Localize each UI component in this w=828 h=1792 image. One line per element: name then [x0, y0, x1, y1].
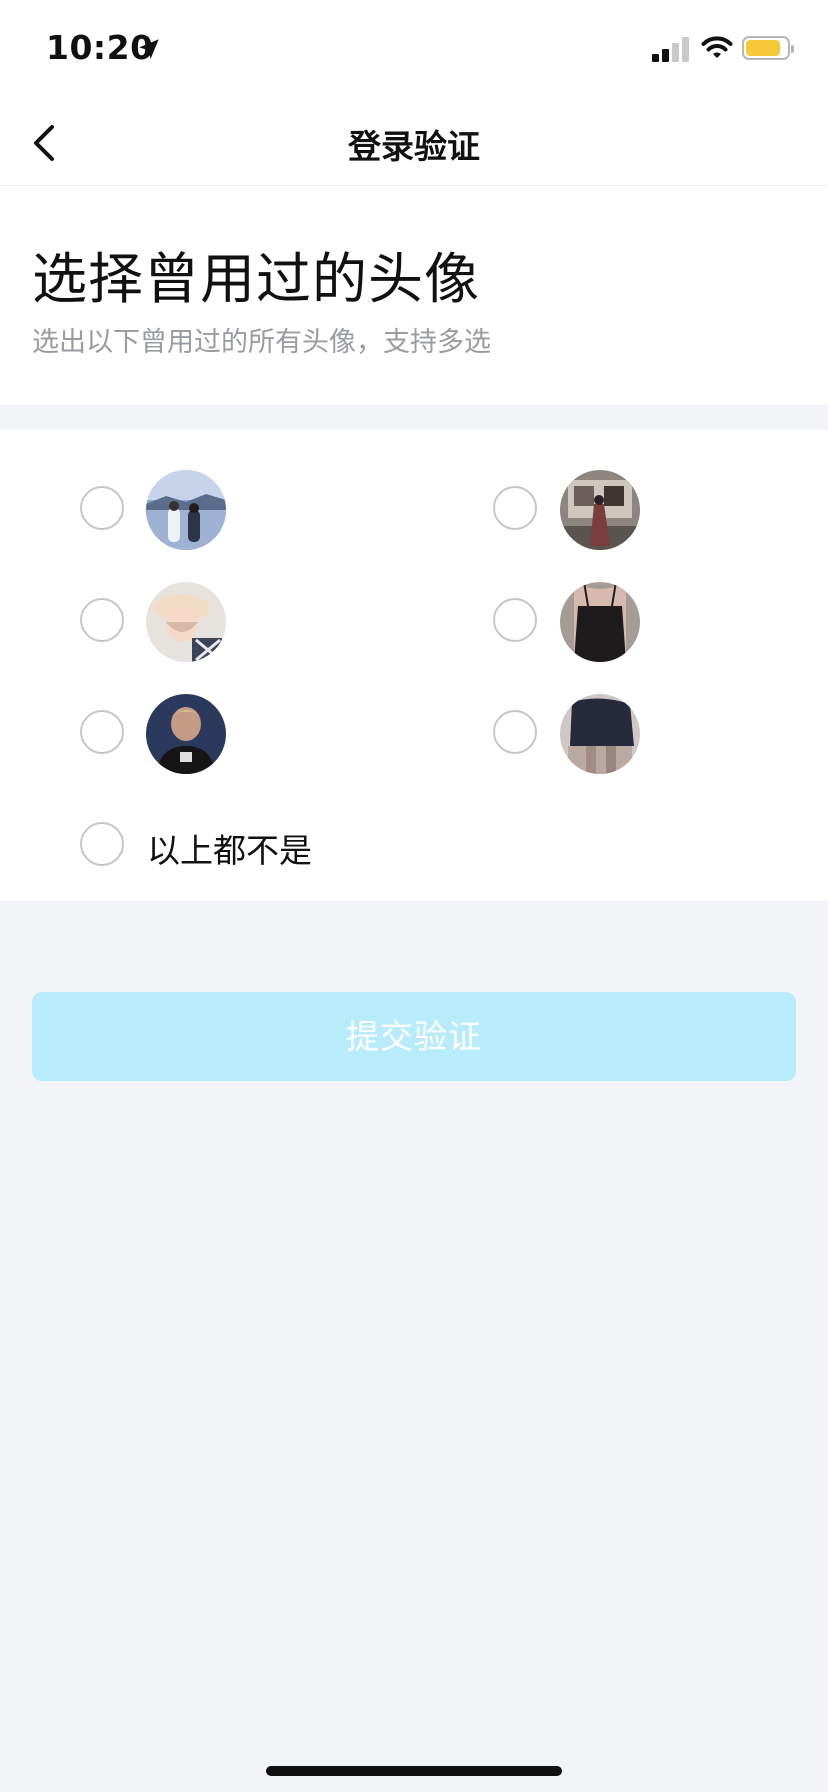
header-section: 选择曾用过的头像 选出以下曾用过的所有头像，支持多选: [0, 186, 828, 405]
battery-icon: [742, 36, 794, 60]
nav-bar: 登录验证: [0, 100, 828, 186]
avatar-option-6-image[interactable]: [560, 694, 640, 774]
avatar-option-4-image[interactable]: [560, 582, 640, 662]
none-of-above-radio[interactable]: [80, 822, 124, 866]
home-indicator: [266, 1766, 562, 1776]
avatar-option-2-image[interactable]: [560, 470, 640, 550]
avatar-options: 以上都不是: [0, 430, 828, 901]
avatar-option-1-image[interactable]: [146, 470, 226, 550]
none-of-above-label[interactable]: 以上都不是: [147, 824, 312, 872]
avatar-option-3-image[interactable]: [146, 582, 226, 662]
nav-title: 登录验证: [348, 127, 480, 166]
avatar-option-1-radio[interactable]: [80, 486, 124, 530]
page-title: 选择曾用过的头像: [32, 247, 481, 311]
avatar-option-5-image[interactable]: [146, 694, 226, 774]
status-bar: 10:20: [0, 0, 828, 100]
location-arrow-icon: [139, 39, 159, 59]
submit-button[interactable]: 提交验证: [32, 992, 796, 1081]
wifi-icon: [701, 36, 733, 58]
signal-icon: [652, 36, 692, 62]
avatar-option-3-radio[interactable]: [80, 598, 124, 642]
avatar-option-2-radio[interactable]: [493, 486, 537, 530]
avatar-option-4-radio[interactable]: [493, 598, 537, 642]
avatar-option-5-radio[interactable]: [80, 710, 124, 754]
avatar-option-6-radio[interactable]: [493, 710, 537, 754]
page-subtitle: 选出以下曾用过的所有头像，支持多选: [32, 327, 491, 358]
